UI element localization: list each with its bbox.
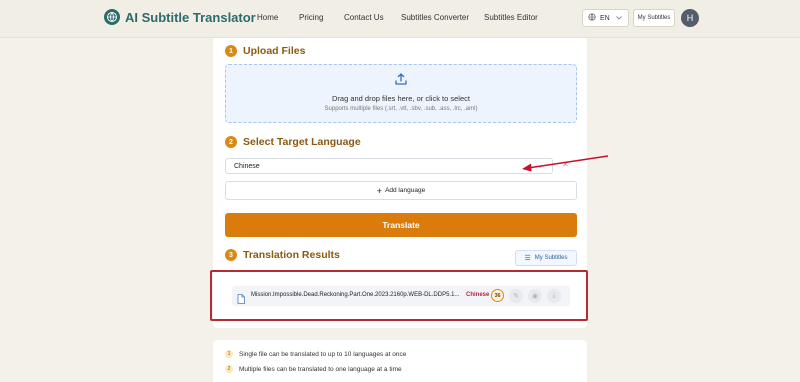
translated-file-row: Mission.Impossible.Dead.Reckoning.Part.O… [232, 286, 570, 306]
supported-formats: Supports multiple files (.srt, .vtt, .sb… [324, 106, 478, 112]
note-item: 1 Single file can be translated to up to… [225, 350, 406, 358]
note-number: 2 [225, 365, 233, 373]
preview-icon[interactable]: ◉ [528, 289, 542, 303]
dropzone-instruction: Drag and drop files here, or click to se… [332, 94, 470, 103]
nav-contact-us[interactable]: Contact Us [344, 13, 384, 22]
file-language: Chinese [466, 292, 490, 298]
upload-icon [394, 72, 408, 91]
note-text: Multiple files can be translated to one … [239, 365, 402, 373]
results-section-heading: 3 Translation Results [225, 249, 340, 261]
brand-logo[interactable]: AI Subtitle Translator [104, 9, 256, 25]
header-my-subtitles-button[interactable]: My Subtitles [633, 9, 675, 27]
language-section-heading: 2 Select Target Language [225, 136, 361, 148]
progress-badge: 36 [491, 289, 504, 302]
plus-icon: + [376, 185, 383, 196]
translate-button[interactable]: Translate [225, 213, 577, 237]
add-language-label: Add language [385, 187, 426, 194]
target-language-select[interactable]: Chinese ⌄ [225, 158, 553, 174]
brand-name: AI Subtitle Translator [125, 9, 256, 25]
selected-language: Chinese [234, 163, 260, 170]
nav-subtitles-converter[interactable]: Subtitles Converter [401, 13, 469, 22]
upload-section-heading: 1 Upload Files [225, 45, 305, 57]
globe-icon [588, 13, 596, 23]
section-title: Translation Results [243, 249, 340, 261]
globe-logo-icon [104, 9, 120, 25]
file-icon [237, 291, 245, 309]
results-my-subtitles-button[interactable]: ☰ My Subtitles [515, 250, 577, 266]
step-number: 2 [225, 136, 237, 148]
edit-icon[interactable]: ✎ [509, 289, 523, 303]
nav-pricing[interactable]: Pricing [299, 13, 323, 22]
top-navigation-bar: AI Subtitle Translator Home Pricing Cont… [0, 0, 800, 38]
file-name: Mission.Impossible.Dead.Reckoning.Part.O… [251, 292, 460, 298]
section-title: Select Target Language [243, 136, 361, 148]
nav-home[interactable]: Home [257, 13, 278, 22]
language-code: EN [600, 14, 610, 22]
section-title: Upload Files [243, 45, 306, 57]
user-avatar[interactable]: H [681, 9, 699, 27]
annotation-arrow [522, 155, 609, 172]
note-text: Single file can be translated to up to 1… [239, 350, 407, 358]
note-number: 1 [225, 350, 233, 358]
file-dropzone[interactable]: Drag and drop files here, or click to se… [225, 64, 577, 123]
language-selector[interactable]: EN [582, 9, 629, 27]
notes-card [213, 340, 587, 382]
nav-subtitles-editor[interactable]: Subtitles Editor [484, 13, 538, 22]
list-icon: ☰ [524, 255, 531, 262]
download-icon[interactable]: ⤓ [547, 289, 561, 303]
note-item: 2 Multiple files can be translated to on… [225, 365, 402, 373]
add-language-button[interactable]: + Add language [225, 181, 577, 200]
step-number: 3 [225, 249, 237, 261]
my-subtitles-label: My Subtitles [534, 255, 568, 261]
step-number: 1 [225, 45, 237, 57]
chevron-down-icon [615, 15, 622, 22]
